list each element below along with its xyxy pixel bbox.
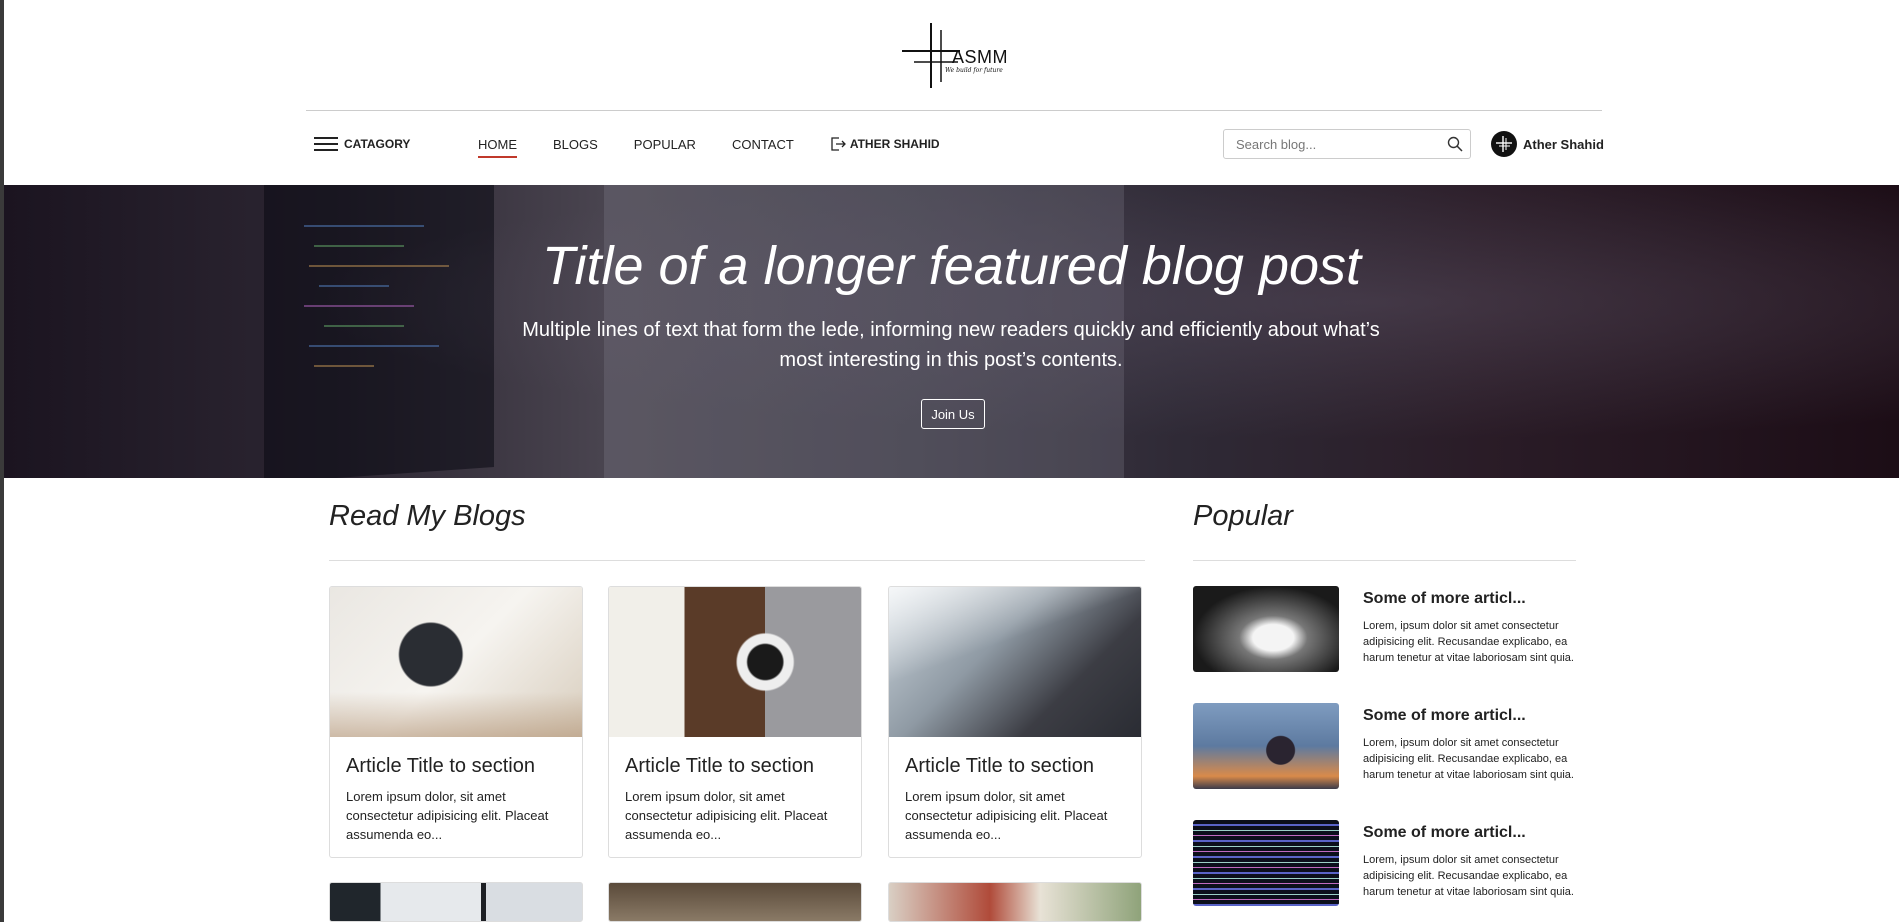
join-us-button[interactable]: Join Us bbox=[921, 399, 985, 429]
nav-contact[interactable]: CONTACT bbox=[732, 137, 794, 152]
page: ASMM We build for future CATAGORY HOME B… bbox=[4, 0, 1899, 922]
hero-lede: Multiple lines of text that form the led… bbox=[522, 319, 1380, 371]
card-image bbox=[609, 587, 861, 737]
nav-blogs[interactable]: BLOGS bbox=[553, 137, 598, 152]
popular-title: Some of more articl... bbox=[1363, 590, 1526, 607]
hamburger-icon bbox=[314, 136, 338, 152]
search-box bbox=[1223, 129, 1471, 159]
blog-card[interactable] bbox=[329, 882, 583, 922]
avatar-logo-icon bbox=[1496, 136, 1512, 152]
blogs-heading: Read My Blogs bbox=[329, 500, 526, 532]
card-text: Lorem ipsum dolor, sit amet consectetur … bbox=[625, 789, 828, 842]
card-text: Lorem ipsum dolor, sit amet consectetur … bbox=[905, 789, 1108, 842]
category-menu-button[interactable]: CATAGORY bbox=[314, 133, 410, 155]
popular-thumbnail bbox=[1193, 820, 1339, 906]
hero-banner: Title of a longer featured blog post Mul… bbox=[4, 185, 1899, 478]
popular-heading: Popular bbox=[1193, 500, 1293, 532]
popular-text: Lorem, ipsum dolor sit amet consectetur … bbox=[1363, 854, 1574, 898]
hero-title: Title of a longer featured blog post bbox=[541, 236, 1362, 296]
blog-card[interactable] bbox=[608, 882, 862, 922]
card-text: Lorem ipsum dolor, sit amet consectetur … bbox=[346, 789, 549, 842]
logo-text: ASMM bbox=[952, 47, 1008, 67]
blog-card[interactable]: Article Title to section Lorem ipsum dol… bbox=[329, 586, 583, 858]
popular-text: Lorem, ipsum dolor sit amet consectetur … bbox=[1363, 737, 1574, 781]
card-image bbox=[889, 587, 1141, 737]
popular-title: Some of more articl... bbox=[1363, 824, 1526, 841]
blog-card[interactable]: Article Title to section Lorem ipsum dol… bbox=[888, 586, 1142, 858]
category-label: CATAGORY bbox=[344, 137, 411, 151]
user-profile[interactable]: Ather Shahid bbox=[1491, 131, 1604, 157]
popular-title: Some of more articl... bbox=[1363, 707, 1526, 724]
card-title: Article Title to section bbox=[346, 755, 535, 777]
blogs-divider bbox=[329, 560, 1145, 561]
card-title: Article Title to section bbox=[625, 755, 814, 777]
popular-item[interactable]: Some of more articl... Lorem, ipsum dolo… bbox=[1193, 820, 1578, 906]
logo-tagline: We build for future bbox=[945, 67, 1003, 74]
main-nav: HOME BLOGS POPULAR CONTACT ATHER SHAHID bbox=[478, 133, 940, 158]
search-input[interactable] bbox=[1234, 135, 1440, 153]
popular-item[interactable]: Some of more articl... Lorem, ipsum dolo… bbox=[1193, 586, 1578, 672]
nav-home[interactable]: HOME bbox=[478, 137, 517, 158]
popular-divider bbox=[1193, 560, 1576, 561]
logout-label: ATHER SHAHID bbox=[849, 137, 940, 151]
logout-link[interactable]: ATHER SHAHID bbox=[830, 137, 940, 151]
popular-item[interactable]: Some of more articl... Lorem, ipsum dolo… bbox=[1193, 703, 1578, 789]
logout-icon bbox=[831, 137, 846, 151]
popular-thumbnail bbox=[1193, 586, 1339, 672]
card-image bbox=[330, 587, 582, 737]
avatar bbox=[1491, 131, 1517, 157]
card-title: Article Title to section bbox=[905, 755, 1094, 777]
popular-text: Lorem, ipsum dolor sit amet consectetur … bbox=[1363, 620, 1574, 664]
user-name: Ather Shahid bbox=[1523, 136, 1604, 152]
blog-card[interactable]: Article Title to section Lorem ipsum dol… bbox=[608, 586, 862, 858]
search-icon[interactable] bbox=[1440, 136, 1470, 152]
popular-thumbnail bbox=[1193, 703, 1339, 789]
nav-popular[interactable]: POPULAR bbox=[634, 137, 696, 152]
header-divider bbox=[306, 110, 1602, 111]
blog-card[interactable] bbox=[888, 882, 1142, 922]
